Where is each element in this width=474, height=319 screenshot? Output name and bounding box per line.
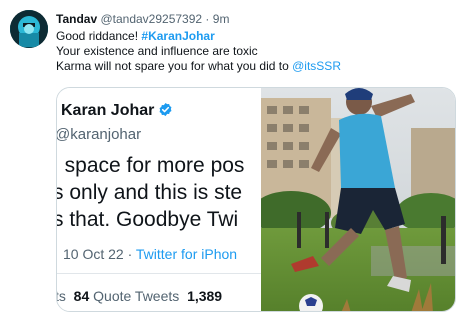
quoted-meta-dot: · xyxy=(127,246,133,262)
mention-link[interactable]: @itsSSR xyxy=(292,59,341,73)
author-handle[interactable]: @tandav29257392 xyxy=(100,12,202,26)
quoted-text: , space for more pos s only and this is … xyxy=(57,152,244,233)
author-name[interactable]: Tandav xyxy=(56,12,97,26)
tweet-line-3-text: Karma will not spare you for what you di… xyxy=(56,59,293,73)
quoted-text-line-2: s only and this is ste xyxy=(57,181,243,204)
quoted-divider xyxy=(57,273,261,274)
quoted-text-line-1: , space for more pos xyxy=(57,152,244,179)
quoted-stats: ts 84 Quote Tweets 1,389 xyxy=(57,288,222,304)
tweet-line-3: Karma will not spare you for what you di… xyxy=(56,59,341,74)
tweet-line-1: Good riddance! #KaranJohar xyxy=(56,29,341,44)
quoted-author-name: Karan Johar xyxy=(61,102,155,119)
quoted-meta: 10 Oct 22 · Twitter for iPhon xyxy=(63,246,237,262)
avatar[interactable] xyxy=(10,10,48,48)
hashtag-link[interactable]: #KaranJohar xyxy=(141,29,214,43)
separator-dot: · xyxy=(205,12,210,26)
quoted-author-handle: @karanjohar xyxy=(57,126,142,143)
tweet-line-1-text: Good riddance! xyxy=(56,29,142,43)
tweet[interactable]: Tandav @tandav29257392 · 9m Good riddanc… xyxy=(0,0,474,319)
quoted-tweet-screenshot: Karan Johar @karanjohar , space for more… xyxy=(57,88,261,311)
tweet-line-2: Your existence and influence are toxic xyxy=(56,44,258,58)
quoted-stats-prefix: ts xyxy=(57,288,66,304)
quoted-text-line-3: s that. Goodbye Twi xyxy=(57,208,239,231)
quote-label: Quote Tweets xyxy=(93,288,180,304)
tweet-header: Tandav @tandav29257392 · 9m xyxy=(56,12,229,26)
football-photo xyxy=(251,88,455,311)
avatar-image xyxy=(10,10,48,48)
quoted-text-line-1-value: space for more pos xyxy=(64,154,245,177)
tweet-text: Good riddance! #KaranJohar Your existenc… xyxy=(56,29,341,74)
quoted-text-line-1-mark: , xyxy=(57,154,65,177)
attached-media[interactable]: Karan Johar @karanjohar , space for more… xyxy=(56,87,456,312)
verified-badge-icon xyxy=(158,102,173,122)
like-count: 1,389 xyxy=(187,288,223,304)
timestamp[interactable]: 9m xyxy=(213,12,230,26)
football-photo-image xyxy=(251,88,455,311)
quoted-date: 10 Oct 22 xyxy=(63,246,124,262)
quoted-source: Twitter for iPhon xyxy=(135,246,238,262)
quoted-name-row: Karan Johar xyxy=(61,102,173,122)
quote-count: 84 xyxy=(73,288,90,304)
